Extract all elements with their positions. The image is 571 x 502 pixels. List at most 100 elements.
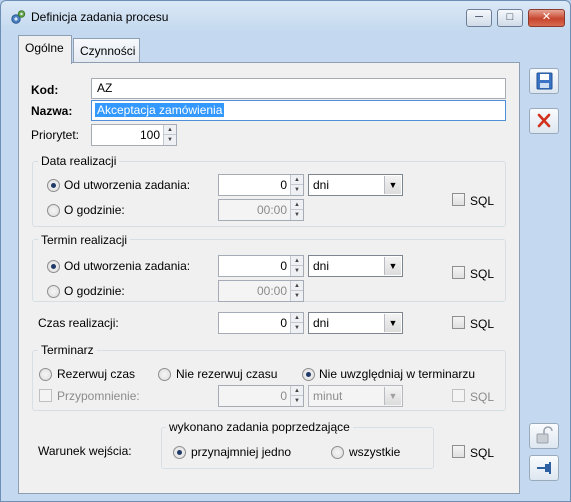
spin-down-icon[interactable]: ▼ [164,135,176,145]
spin-down-icon[interactable]: ▼ [291,396,303,406]
spin-up-icon[interactable]: ▲ [291,313,303,323]
chevron-down-icon[interactable]: ▼ [384,314,401,332]
spin-down-icon[interactable]: ▼ [291,210,303,220]
spin-buttons[interactable]: ▲ ▼ [290,313,303,333]
wszystkie-radio[interactable] [331,446,344,459]
data-o-godzinie-radio[interactable] [47,204,60,217]
spin-buttons[interactable]: ▲ ▼ [290,175,303,195]
termin-godzina-stepper[interactable]: 00:00 ▲ ▼ [218,280,304,302]
rezerwuj-czas-radio[interactable] [39,368,52,381]
termin-dni-value: 0 [280,259,287,273]
termin-dni-stepper[interactable]: 0 ▲ ▼ [218,255,304,277]
data-dni-stepper[interactable]: 0 ▲ ▼ [218,174,304,196]
terminarz-sql-checkbox[interactable] [452,389,465,402]
nazwa-label: Nazwa: [31,104,73,118]
delete-x-icon [530,113,558,136]
przypomnienie-label: Przypomnienie: [57,389,140,403]
spin-buttons[interactable]: ▲ ▼ [290,386,303,406]
przypomnienie-checkbox[interactable] [39,389,52,402]
data-o-godzinie-label: O godzinie: [64,203,125,217]
spin-down-icon[interactable]: ▼ [291,185,303,195]
spin-up-icon[interactable]: ▲ [164,125,176,135]
przypomnienie-unit-value: minut [313,389,343,403]
spin-up-icon[interactable]: ▲ [291,281,303,291]
termin-o-godzinie-radio[interactable] [47,285,60,298]
delete-button[interactable] [529,108,559,134]
gears-icon [10,9,26,25]
priorytet-label: Priorytet: [31,128,80,142]
unlock-button[interactable] [529,423,559,449]
nazwa-field[interactable]: Akceptacja zamówienia [91,100,506,121]
tab-label: Ogólne [25,41,64,55]
priorytet-stepper[interactable]: 100 ▲ ▼ [91,124,177,146]
termin-godzina-value: 00:00 [256,284,287,298]
warunek-group-title: wykonano zadania poprzedzające [166,420,353,434]
maximize-button[interactable]: □ [497,9,523,27]
data-unit-dropdown[interactable]: dni ▼ [308,174,403,196]
minimize-button[interactable]: ─ [466,9,492,27]
close-button[interactable]: ✕ [528,9,565,27]
tab-czynnosci[interactable]: Czynności [73,38,140,64]
termin-unit-dropdown[interactable]: dni ▼ [308,255,403,277]
spin-down-icon[interactable]: ▼ [291,291,303,301]
spin-up-icon[interactable]: ▲ [291,256,303,266]
wszystkie-label: wszystkie [349,445,401,459]
save-button[interactable] [529,68,559,94]
title-bar: Definicja zadania procesu ─ □ ✕ [1,1,570,31]
spin-up-icon[interactable]: ▲ [291,386,303,396]
terminarz-title: Terminarz [38,343,97,357]
data-godzina-value: 00:00 [256,203,287,217]
spin-buttons[interactable]: ▲ ▼ [163,125,176,145]
przypomnienie-unit-dropdown[interactable]: minut ▼ [308,385,403,407]
nie-uwzgledniaj-radio[interactable] [302,368,315,381]
kod-field[interactable]: AZ [91,78,506,99]
przynajmniej-jedno-label: przynajmniej jedno [191,445,292,459]
side-toolbar [522,62,567,494]
przypomnienie-stepper[interactable]: 0 ▲ ▼ [218,385,304,407]
termin-od-utworzenia-label: Od utworzenia zadania: [64,259,191,273]
spin-down-icon[interactable]: ▼ [291,266,303,276]
data-sql-checkbox[interactable] [452,193,465,206]
nie-rezerwuj-radio[interactable] [158,368,171,381]
spin-buttons[interactable]: ▲ ▼ [290,200,303,220]
data-od-utworzenia-radio[interactable] [47,179,60,192]
przypomnienie-value: 0 [280,389,287,403]
data-realizacji-title: Data realizacji [38,154,120,168]
padlock-icon [530,426,558,451]
pin-icon [530,462,558,483]
general-panel: Kod: AZ Nazwa: Akceptacja zamówienia Pri… [18,62,520,494]
dialog-window: Definicja zadania procesu ─ □ ✕ Ogólne C… [0,0,571,502]
termin-realizacji-title: Termin realizacji [38,233,131,247]
spin-up-icon[interactable]: ▲ [291,175,303,185]
czas-unit-value: dni [313,316,330,330]
spin-down-icon[interactable]: ▼ [291,323,303,333]
przynajmniej-jedno-radio[interactable] [173,446,186,459]
data-unit-value: dni [313,178,330,192]
kod-label: Kod: [31,83,59,97]
priorytet-value: 100 [139,128,160,142]
czas-realizacji-label: Czas realizacji: [38,316,119,330]
spin-buttons[interactable]: ▲ ▼ [290,281,303,301]
spin-buttons[interactable]: ▲ ▼ [290,256,303,276]
spin-up-icon[interactable]: ▲ [291,200,303,210]
czas-sql-checkbox[interactable] [452,316,465,329]
czas-unit-dropdown[interactable]: dni ▼ [308,312,403,334]
tab-ogolne[interactable]: Ogólne [18,35,72,64]
termin-o-godzinie-label: O godzinie: [64,284,125,298]
data-od-utworzenia-label: Od utworzenia zadania: [64,178,191,192]
chevron-down-icon[interactable]: ▼ [384,257,401,275]
termin-sql-label: SQL [470,267,495,281]
czas-value: 0 [280,316,287,330]
data-godzina-stepper[interactable]: 00:00 ▲ ▼ [218,199,304,221]
termin-od-utworzenia-radio[interactable] [47,260,60,273]
czas-stepper[interactable]: 0 ▲ ▼ [218,312,304,334]
termin-sql-checkbox[interactable] [452,266,465,279]
tab-label: Czynności [80,44,136,58]
warunek-sql-label: SQL [470,446,495,460]
pin-button[interactable] [529,455,559,481]
data-dni-value: 0 [280,178,287,192]
chevron-down-icon[interactable]: ▼ [384,387,401,405]
chevron-down-icon[interactable]: ▼ [384,176,401,194]
kod-value: AZ [97,81,113,95]
warunek-sql-checkbox[interactable] [452,445,465,458]
